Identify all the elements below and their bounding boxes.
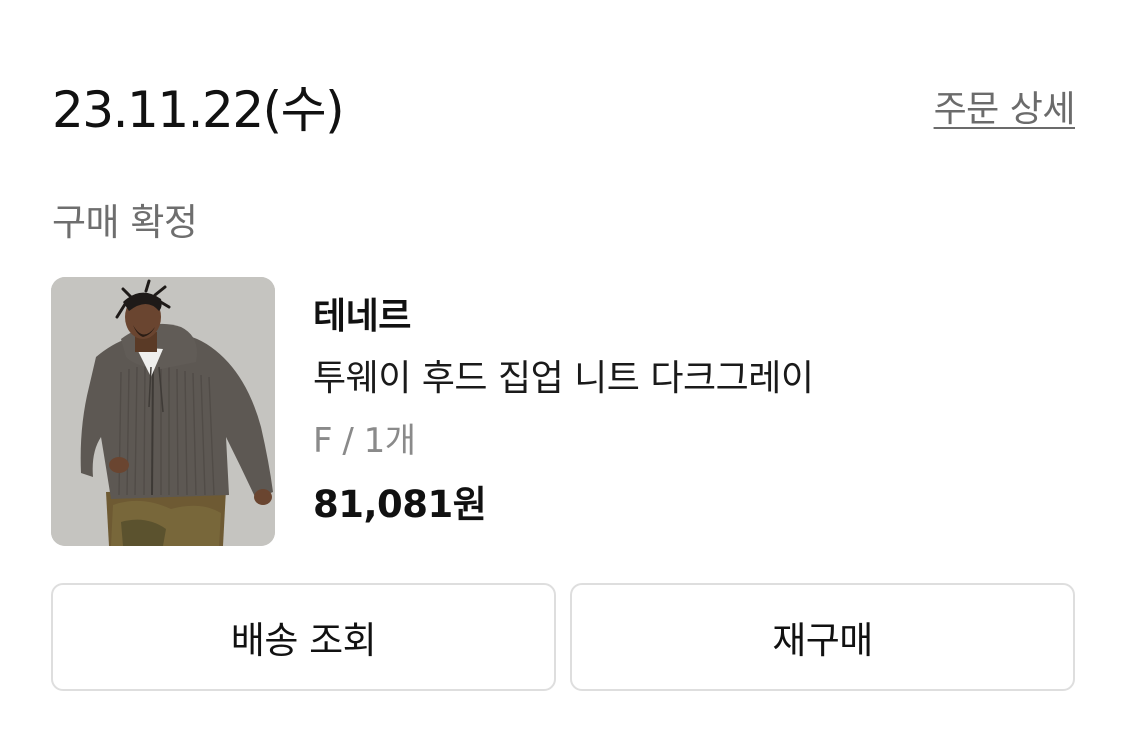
order-detail-link[interactable]: 주문 상세: [934, 86, 1076, 134]
product-image[interactable]: [51, 277, 275, 546]
order-actions: 배송 조회 재구매: [51, 583, 1075, 695]
reorder-button[interactable]: 재구매: [570, 583, 1075, 691]
product-price: 81,081원: [313, 483, 487, 526]
product-info: 테네르 투웨이 후드 집업 니트 다크그레이 F / 1개 81,081원: [313, 293, 814, 529]
order-date: 23.11.22(수): [52, 81, 345, 139]
product-brand: 테네르: [313, 296, 411, 337]
product-name[interactable]: 투웨이 후드 집업 니트 다크그레이: [313, 355, 814, 403]
product-card[interactable]: 테네르 투웨이 후드 집업 니트 다크그레이 F / 1개 81,081원: [51, 277, 1075, 546]
track-delivery-button[interactable]: 배송 조회: [51, 583, 556, 691]
order-status: 구매 확정: [52, 201, 198, 244]
product-option: F / 1개: [313, 421, 416, 461]
order-header: 23.11.22(수) 주문 상세: [52, 78, 1076, 142]
